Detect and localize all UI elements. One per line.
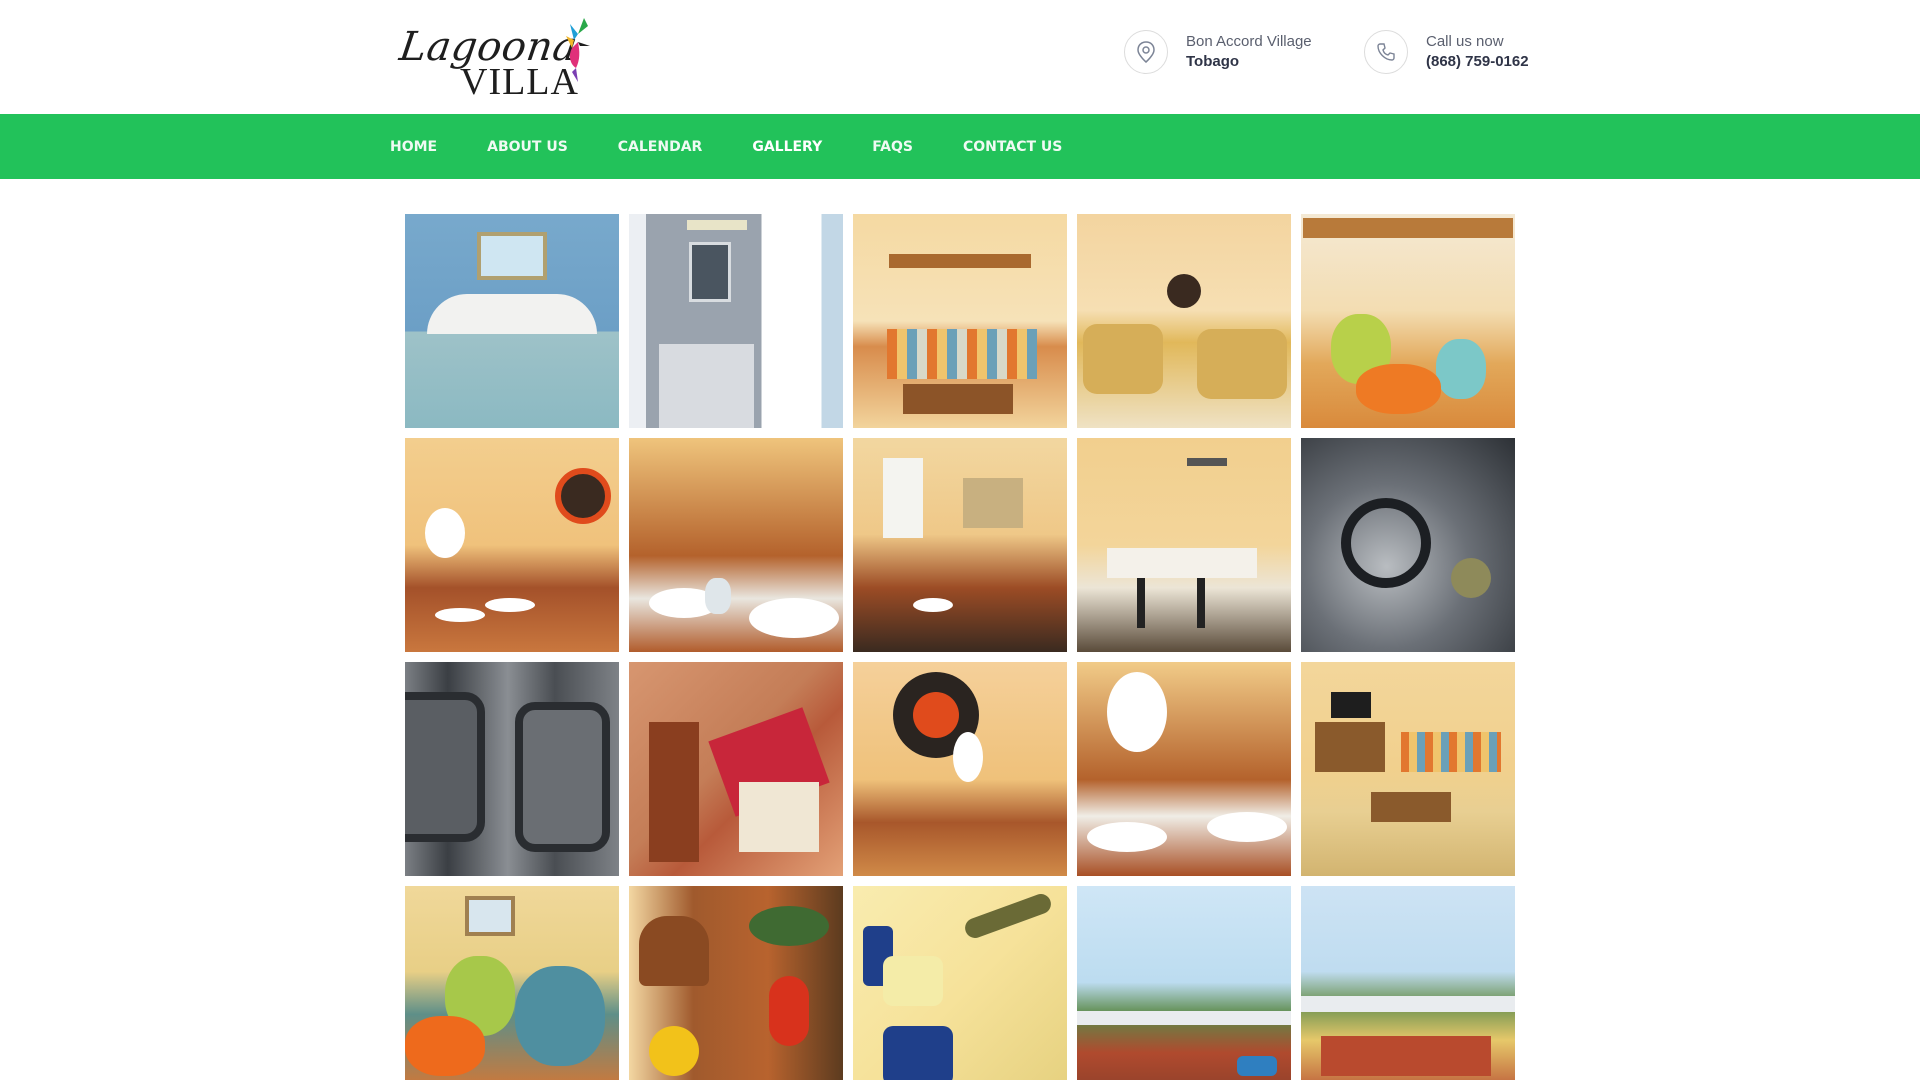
gallery-photo-living-room-tv[interactable] — [1301, 662, 1515, 876]
gallery-photo-birdhouse-decor[interactable] — [629, 662, 843, 876]
nav-item-about-us[interactable]: ABOUT US — [487, 139, 568, 155]
map-pin-icon — [1124, 30, 1168, 74]
gallery-photo-ceramic-vases[interactable] — [405, 886, 619, 1080]
gallery-photo-lantern-decor[interactable] — [629, 886, 843, 1080]
location-island: Tobago — [1186, 53, 1240, 70]
phone-info: Call us now (868) 759-0162 — [1364, 30, 1529, 74]
hummingbird-icon — [566, 18, 590, 82]
nav-item-faqs[interactable]: FAQS — [872, 139, 913, 155]
location-info: Bon Accord Village Tobago — [1124, 30, 1312, 74]
phone-icon — [1364, 30, 1408, 74]
call-us-label: Call us now — [1426, 33, 1504, 50]
gallery-photo-sun-wall-decor[interactable] — [853, 662, 1067, 876]
gallery-photo-stove-burners[interactable] — [1301, 438, 1515, 652]
gallery-photo-dining-table[interactable] — [405, 438, 619, 652]
location-village: Bon Accord Village — [1186, 33, 1312, 50]
gallery-photo-dining-table-closeup[interactable] — [629, 438, 843, 652]
gallery-photo-dining-and-living[interactable] — [853, 438, 1067, 652]
gallery-photo-living-room-sofa[interactable] — [853, 214, 1067, 428]
nav-item-gallery[interactable]: GALLERY — [752, 139, 822, 155]
gallery-photo-mug-rack[interactable] — [853, 886, 1067, 1080]
gallery-photo-dining-table-setting[interactable] — [1077, 662, 1291, 876]
phone-number-link[interactable]: (868) 759-0162 — [1426, 52, 1529, 72]
nav-item-contact-us[interactable]: CONTACT US — [963, 139, 1062, 155]
site-header: Lagoona VILLA Bon Accord Village Tobago … — [0, 0, 1920, 114]
main-nav: HOME ABOUT US CALENDAR GALLERY FAQS CONT… — [0, 114, 1920, 179]
gallery-photo-kitchen-sink[interactable] — [405, 662, 619, 876]
gallery-photo-decor-vases[interactable] — [1301, 214, 1515, 428]
nav-item-home[interactable]: HOME — [390, 139, 437, 155]
gallery-photo-kitchen[interactable] — [1077, 438, 1291, 652]
gallery-photo-villa-exterior-driveway[interactable] — [1301, 886, 1515, 1080]
gallery-photo-bathroom[interactable] — [629, 214, 843, 428]
lagoona-villa-logo[interactable]: Lagoona VILLA — [397, 16, 590, 103]
gallery-photo-living-room-recliners[interactable] — [1077, 214, 1291, 428]
nav-item-calendar[interactable]: CALENDAR — [618, 139, 703, 155]
gallery-photo-villa-exterior[interactable] — [1077, 886, 1291, 1080]
gallery-photo-bedroom[interactable] — [405, 214, 619, 428]
photo-gallery — [405, 214, 1515, 1080]
